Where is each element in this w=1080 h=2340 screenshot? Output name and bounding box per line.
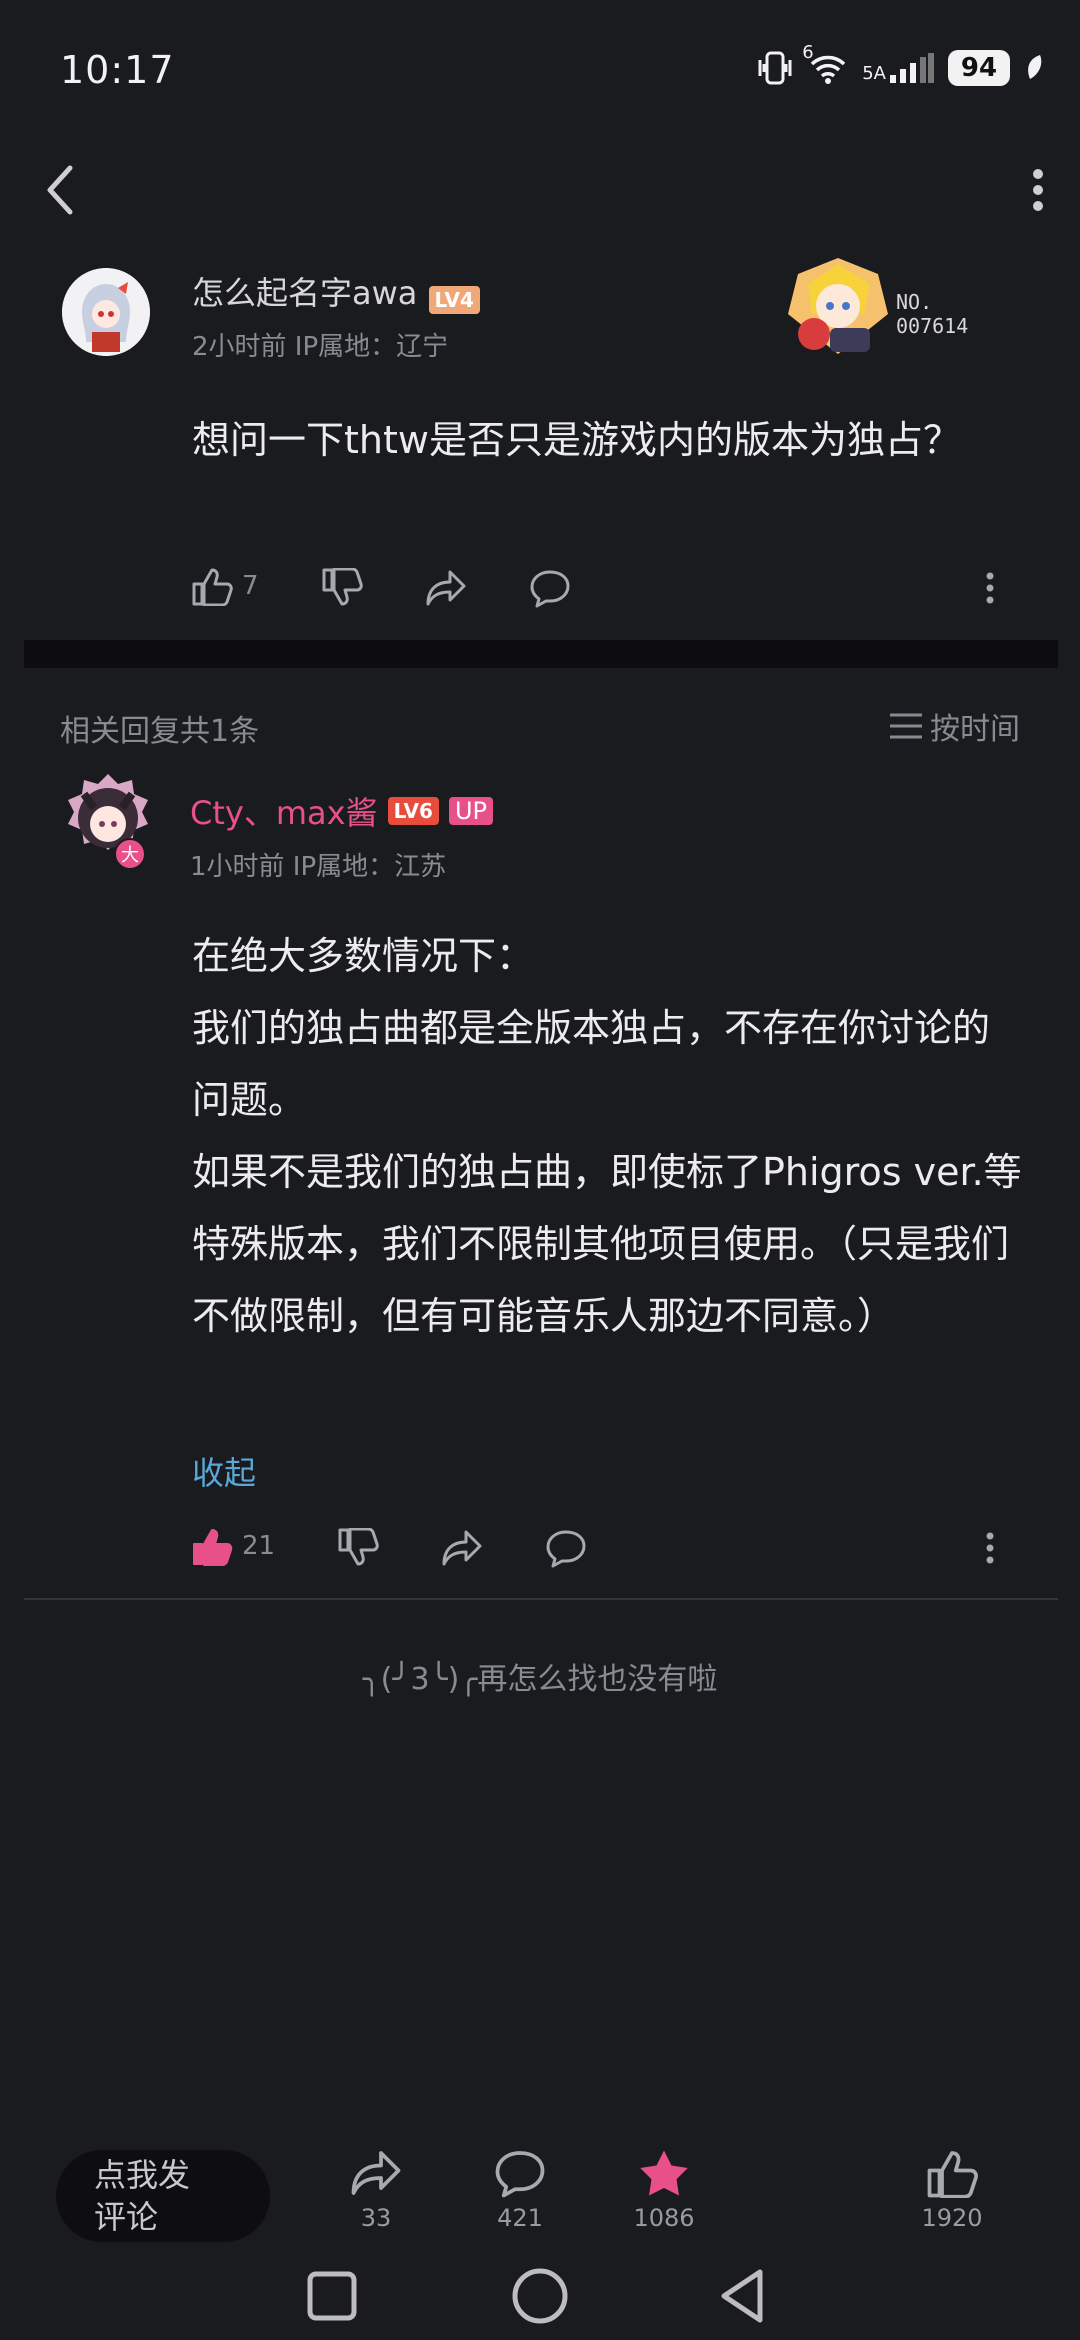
reply-like-count: 21 xyxy=(242,1531,276,1561)
like-count: 7 xyxy=(242,571,259,601)
more-options-button[interactable] xyxy=(1018,160,1058,220)
wifi-icon: 6 xyxy=(802,44,848,84)
status-time: 10:17 xyxy=(60,48,175,92)
square-icon xyxy=(307,2271,357,2321)
avatar-badge: 大 xyxy=(114,838,146,870)
recent-apps-button[interactable] xyxy=(304,2268,360,2324)
like-button[interactable]: 7 xyxy=(190,566,259,606)
end-of-list-text: ╮(╯3╰)╭再怎么找也没有啦 xyxy=(362,1662,718,1697)
reply-button[interactable] xyxy=(528,568,572,608)
thumbs-up-filled-icon xyxy=(193,1529,233,1566)
share-action[interactable]: 33 xyxy=(316,2148,436,2232)
thumbs-down-icon xyxy=(338,1528,379,1566)
favorite-action[interactable]: 1086 xyxy=(604,2148,724,2232)
more-vertical-icon xyxy=(1033,169,1043,211)
comment-input[interactable]: 点我发评论 xyxy=(56,2150,270,2242)
signal-label: 5A xyxy=(862,63,886,84)
like-action[interactable]: 1920 xyxy=(892,2148,1012,2232)
level-badge: LV6 xyxy=(387,797,439,825)
collapse-link[interactable]: 收起 xyxy=(192,1448,256,1494)
section-divider xyxy=(24,640,1058,668)
favorite-count: 1086 xyxy=(633,2204,695,2232)
comment-icon xyxy=(495,2151,545,2198)
home-button[interactable] xyxy=(510,2266,570,2326)
circle-icon xyxy=(512,2268,568,2324)
post-text: 想问一下thtw是否只是游戏内的版本为独占？ xyxy=(192,418,961,462)
character-decoration-icon xyxy=(788,258,888,354)
menu-icon xyxy=(890,713,922,739)
card-id: NO. 007614 xyxy=(896,290,969,338)
reply-comment-button[interactable] xyxy=(544,1528,588,1568)
share-icon xyxy=(426,570,466,606)
sort-label: 按时间 xyxy=(930,712,1020,747)
comment-icon xyxy=(546,1530,586,1568)
replies-count-title: 相关回复共1条 xyxy=(60,714,260,749)
avatar[interactable] xyxy=(62,268,150,356)
network-label: 6 xyxy=(802,42,814,63)
share-icon xyxy=(442,1530,482,1566)
battery-indicator: 94 xyxy=(948,50,1010,86)
post-more-button[interactable] xyxy=(980,568,1000,608)
like-total-count: 1920 xyxy=(921,2204,983,2232)
triangle-back-icon xyxy=(721,2269,763,2323)
divider xyxy=(24,1598,1058,1600)
level-badge: LV4 xyxy=(428,285,480,314)
reply-avatar[interactable]: 大 xyxy=(62,772,154,872)
reply-dislike-button[interactable] xyxy=(336,1528,380,1568)
reply-share-button[interactable] xyxy=(440,1528,484,1568)
star-filled-icon xyxy=(640,2150,688,2196)
status-icons: 6 5A 94 xyxy=(756,44,1044,86)
vibrate-icon xyxy=(756,50,794,86)
reply-like-button[interactable]: 21 xyxy=(190,1526,275,1566)
username[interactable]: 怎么起名字awa xyxy=(192,274,417,312)
post-meta: 2小时前 IP属地：辽宁 xyxy=(192,332,449,362)
thumbs-up-icon xyxy=(192,568,233,606)
chevron-left-icon xyxy=(47,165,73,215)
leaf-icon xyxy=(1024,53,1044,83)
thumbs-up-icon xyxy=(927,2151,978,2198)
reply-text: 在绝大多数情况下： 我们的独占曲都是全版本独占，不存在你讨论的问题。 如果不是我… xyxy=(192,934,1022,1338)
back-button[interactable] xyxy=(40,160,90,220)
post-author: 怎么起名字awa LV4 xyxy=(192,268,480,314)
decoration-card[interactable]: NO. 007614 xyxy=(778,254,994,364)
thumbs-down-icon xyxy=(322,568,363,606)
reply-username[interactable]: Cty、max酱 xyxy=(190,788,378,834)
reply-author: Cty、max酱 LV6 UP xyxy=(190,788,493,834)
share-button[interactable] xyxy=(424,568,468,608)
share-count: 33 xyxy=(360,2204,392,2232)
comment-count: 421 xyxy=(497,2204,543,2232)
sort-button[interactable]: 按时间 xyxy=(888,704,1020,748)
reply-meta: 1小时前 IP属地：江苏 xyxy=(190,852,447,882)
up-badge: UP xyxy=(448,797,493,825)
more-vertical-icon xyxy=(986,572,994,604)
comment-icon xyxy=(530,570,570,608)
reply-more-button[interactable] xyxy=(980,1528,1000,1568)
share-icon xyxy=(351,2151,401,2195)
comments-action[interactable]: 421 xyxy=(460,2148,580,2232)
system-back-button[interactable] xyxy=(716,2266,772,2326)
more-vertical-icon xyxy=(986,1532,994,1564)
signal-icon: 5A xyxy=(862,53,934,83)
dislike-button[interactable] xyxy=(320,568,364,608)
